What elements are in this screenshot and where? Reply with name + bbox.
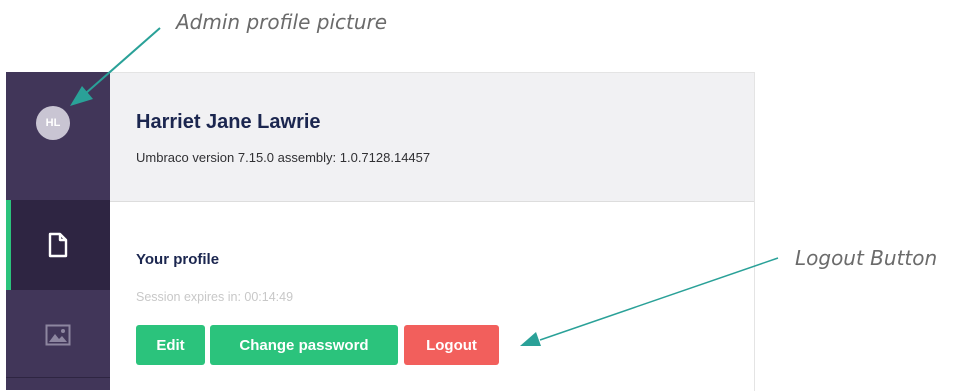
app-sidebar: HL <box>6 72 110 390</box>
sidebar-item-media[interactable] <box>6 290 110 380</box>
avatar[interactable]: HL <box>36 106 70 140</box>
user-profile-panel: Harriet Jane Lawrie Umbraco version 7.15… <box>110 72 755 391</box>
avatar-initials: HL <box>45 117 61 129</box>
profile-header: Harriet Jane Lawrie Umbraco version 7.15… <box>110 73 754 202</box>
document-icon <box>48 232 68 258</box>
image-icon <box>45 324 71 346</box>
section-title: Your profile <box>136 251 220 268</box>
annotation-logout-button: Logout Button <box>795 246 938 270</box>
annotation-admin-profile-picture: Admin profile picture <box>176 10 388 34</box>
sidebar-item-content[interactable] <box>6 200 110 290</box>
logout-button[interactable]: Logout <box>404 325 499 365</box>
session-expiry: Session expires in: 00:14:49 <box>136 290 294 304</box>
sidebar-divider <box>6 377 110 378</box>
version-info: Umbraco version 7.15.0 assembly: 1.0.712… <box>136 150 431 165</box>
user-name: Harriet Jane Lawrie <box>136 111 321 133</box>
edit-button[interactable]: Edit <box>136 325 205 365</box>
change-password-button[interactable]: Change password <box>210 325 398 365</box>
active-indicator <box>6 200 11 290</box>
